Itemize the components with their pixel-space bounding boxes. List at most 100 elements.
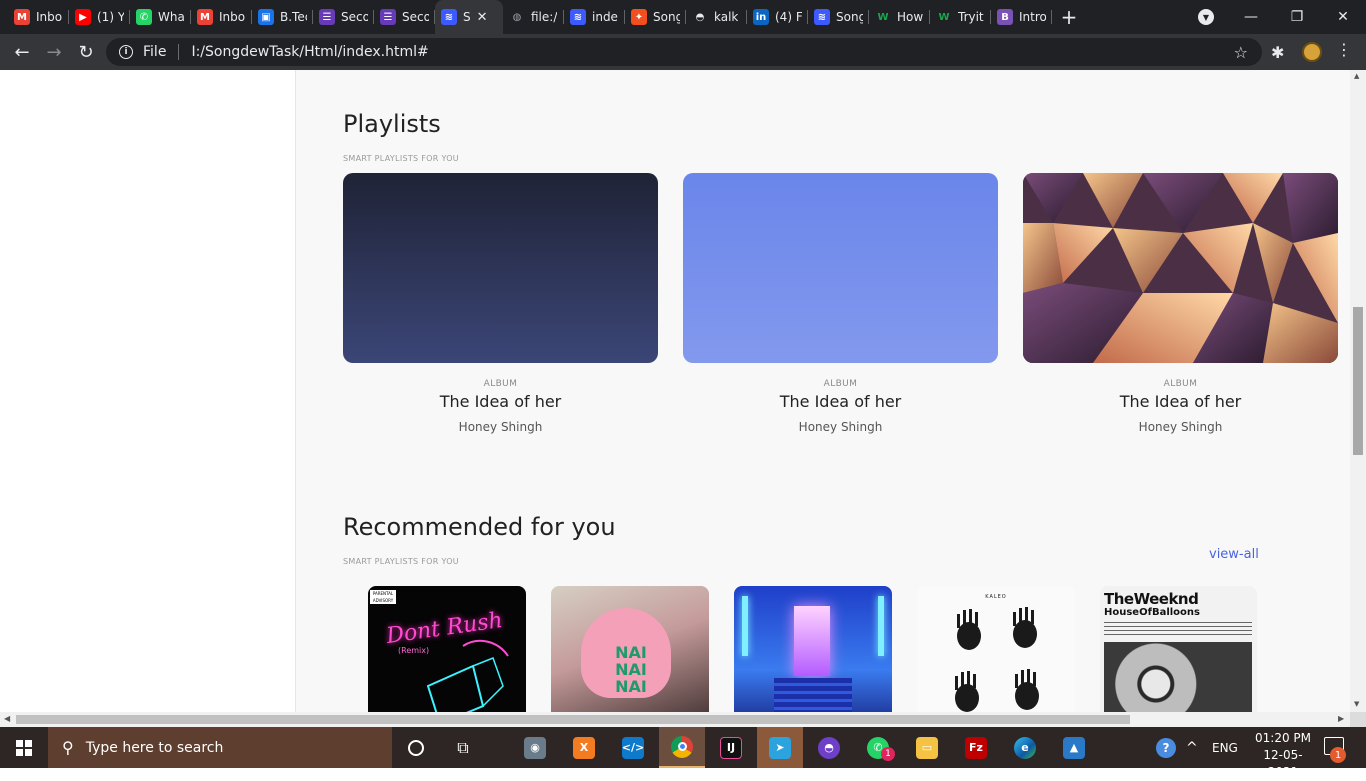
figma-icon: ✦ [631,9,647,25]
view-all-link[interactable]: view-all [1209,547,1259,562]
reload-icon[interactable]: ↻ [70,36,102,68]
task-view-icon[interactable]: ⧉ [440,727,486,768]
github-desktop-icon[interactable]: ◓ [806,727,852,768]
tab-title: Intro [1019,10,1046,24]
browser-tab[interactable]: W How [869,0,930,34]
system-clock[interactable]: 01:20 PM 12-05-2021 [1250,730,1316,781]
browser-tab[interactable]: ✆ Wha [130,0,191,34]
playlist-card-2-cover[interactable] [683,173,998,363]
recommended-subtitle: SMART PLAYLISTS FOR YOU [343,557,459,566]
tray-chevron-up-icon[interactable]: ^ [1186,727,1198,768]
w-icon: W [877,11,889,23]
album-artist[interactable]: Honey Shingh [343,420,658,434]
tab-search-icon[interactable]: ▼ [1198,9,1214,25]
whatsapp-taskbar-icon[interactable]: ✆ 1 [855,727,901,768]
address-bar[interactable]: i File I:/SongdewTask/Html/index.html# ☆ [106,38,1262,66]
minimize-button[interactable]: — [1228,0,1274,34]
gmail-icon: M [14,9,30,25]
profile-avatar[interactable] [1302,42,1322,62]
back-arrow-icon[interactable]: ← [6,36,38,68]
browser-tab[interactable]: M Inbo [8,0,69,34]
browser-tab[interactable]: ☰ Seco [374,0,435,34]
clock-time: 01:20 PM [1255,731,1311,745]
browser-tab[interactable]: in (4) F [747,0,808,34]
tab-title: S [463,10,471,24]
browser-tab[interactable]: M Inbo [191,0,252,34]
album-title[interactable]: The Idea of her [683,392,998,411]
album-title[interactable]: The Idea of her [343,392,658,411]
playlist-card-3-cover[interactable] [1023,173,1338,363]
playlists-title: Playlists [343,110,441,138]
browser-tab[interactable]: W Tryit [930,0,991,34]
filezilla-icon[interactable]: Fz [953,727,999,768]
recommended-cover-blue-corridor[interactable] [734,586,892,712]
stairs [774,678,852,712]
restore-button[interactable]: ❐ [1274,0,1320,34]
scroll-right-arrow-icon[interactable]: ▶ [1338,714,1344,723]
telegram-icon[interactable]: ➤ [757,727,803,768]
horizontal-scrollbar[interactable]: ◀ ▶ [0,712,1350,727]
photos-icon[interactable]: ▲ [1051,727,1097,768]
browser-tab[interactable]: ☰ Seco [313,0,374,34]
browser-tab[interactable]: ◍ file:/ [503,0,564,34]
horizontal-scroll-thumb[interactable] [16,715,1130,724]
xampp-icon[interactable]: X [561,727,607,768]
more-menu-icon[interactable]: ⋮ [1336,40,1352,59]
taskbar-search-box[interactable]: ⚲ Type here to search [48,727,392,768]
cover-title-text: TheWeeknd [1104,590,1199,608]
forms-icon: ☰ [319,9,335,25]
browser-tab[interactable]: ≋ S ✕ [435,0,503,34]
close-tab-icon[interactable]: ✕ [477,10,488,25]
taskbar-search-placeholder: Type here to search [85,739,224,756]
recommended-cover-kaleo[interactable]: KALEO [917,586,1075,712]
scroll-up-arrow-icon[interactable]: ▲ [1354,72,1359,80]
recommended-cover-nai-nai-nai[interactable]: NAI NAI NAI [551,586,709,712]
tab-title: B.Tec [280,10,307,24]
file-explorer-icon[interactable]: ▭ [904,727,950,768]
bookmark-star-icon[interactable]: ☆ [1234,43,1248,62]
tab-title: Inbo [219,10,246,24]
browser-tab[interactable]: ▣ B.Tec [252,0,313,34]
language-indicator[interactable]: ENG [1212,727,1238,768]
intellij-icon[interactable]: IJ [708,727,754,768]
vertical-scrollbar[interactable]: ▲ ▼ [1350,70,1366,712]
tab-strip: M Inbo ▶ (1) Y ✆ Wha M Inbo ▣ B.Tec ☰ Seco ☰ Seco ≋ S ✕ ◍… [0,0,1366,34]
recommended-cover-dont-rush[interactable]: PARENTAL ADVISORY Dont Rush (Remix) [368,586,526,712]
album-title[interactable]: The Idea of her [1023,392,1338,411]
vscode-icon[interactable]: </> [610,727,656,768]
scroll-left-arrow-icon[interactable]: ◀ [4,714,10,723]
album-kind-label: ALBUM [1163,379,1198,389]
tab-title: file:/ [531,10,558,24]
browser-tab[interactable]: B Intro [991,0,1052,34]
geometric-pattern-image [1023,173,1338,363]
scroll-down-arrow-icon[interactable]: ▼ [1354,700,1359,708]
cortana-icon[interactable] [393,727,439,768]
edge-icon[interactable]: e [1002,727,1048,768]
browser-tab[interactable]: ≋ Song [808,0,869,34]
whatsapp-badge: 1 [881,747,895,761]
browser-tab[interactable]: ≋ inde [564,0,625,34]
notification-badge: 1 [1330,747,1346,763]
browser-tab[interactable]: ◓ kalk [686,0,747,34]
url-text[interactable]: I:/SongdewTask/Html/index.html# [191,44,428,60]
browser-tab[interactable]: ▶ (1) Y [69,0,130,34]
info-icon[interactable]: i [119,45,133,59]
glowing-doorway [794,606,830,676]
start-button[interactable] [0,727,48,768]
sidebar [0,70,296,712]
url-scheme-label: File [143,44,167,60]
extensions-puzzle-icon[interactable]: ✱ [1271,43,1284,62]
album-artist[interactable]: Honey Shingh [1023,420,1338,434]
close-window-button[interactable]: ✕ [1320,0,1366,34]
browser-tab[interactable]: ✦ Song [625,0,686,34]
recommended-cover-house-of-balloons[interactable]: TheWeeknd HouseOfBalloons [1100,586,1257,712]
album-artist[interactable]: Honey Shingh [683,420,998,434]
new-tab-button[interactable]: + [1052,0,1086,34]
chrome-icon[interactable] [659,727,705,768]
playlist-card-1-cover[interactable] [343,173,658,363]
vertical-scroll-thumb[interactable] [1353,307,1363,455]
camera-app-icon[interactable]: ◉ [512,727,558,768]
forward-arrow-icon[interactable]: → [38,36,70,68]
w-icon: W [938,11,950,23]
help-icon[interactable]: ? [1156,727,1176,768]
